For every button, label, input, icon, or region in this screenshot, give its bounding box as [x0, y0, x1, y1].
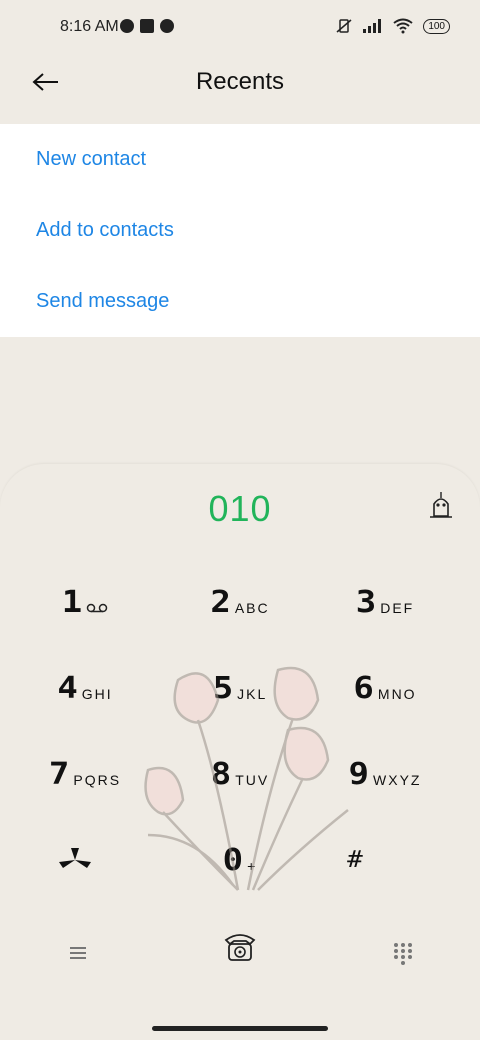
key-letters: ABC [234, 600, 270, 616]
battery-indicator: 100 [423, 18, 450, 34]
key-letters: PQRS [73, 772, 122, 788]
mute-vibrate-icon [336, 19, 352, 33]
key-digit: 7 [48, 756, 70, 792]
send-message-item[interactable]: Send message [0, 266, 480, 337]
dialer-bottom-bar [0, 912, 480, 992]
app-header: Recents [0, 56, 480, 122]
key-letters: GHI [81, 686, 113, 702]
key-3[interactable]: 3 DEF [310, 572, 460, 632]
status-right-icons: 100 [335, 18, 450, 34]
signal-icon [363, 19, 382, 33]
key-digit: 4 [57, 670, 78, 706]
dialed-number[interactable]: 010 [0, 488, 480, 530]
home-indicator[interactable] [152, 1026, 328, 1031]
key-letters: WXYZ [373, 772, 422, 788]
ghost-clean-icon[interactable] [426, 490, 456, 520]
key-digit: 2 [210, 584, 231, 620]
telephone-icon[interactable] [222, 928, 258, 964]
key-digit: 1 [61, 584, 83, 620]
fan-icon [59, 848, 91, 868]
key-letters: DEF [380, 600, 415, 616]
status-time: 8:16 AM [60, 18, 119, 35]
wifi-icon [393, 18, 413, 34]
add-to-contacts-item[interactable]: Add to contacts [0, 195, 480, 266]
hamburger-icon[interactable] [68, 944, 88, 962]
key-2[interactable]: 2 ABC [165, 572, 315, 632]
voicemail-icon [86, 603, 108, 613]
key-1[interactable]: 1 [10, 572, 160, 632]
notification-icon-2 [160, 19, 174, 33]
notification-icon [120, 19, 134, 33]
status-left-icons [120, 19, 174, 33]
dial-grid-icon[interactable] [393, 942, 413, 966]
contact-actions-menu: New contact Add to contacts Send message [0, 124, 480, 337]
key-digit: 3 [355, 584, 377, 620]
key-letters: MNO [377, 686, 417, 702]
notification-square-icon [140, 19, 154, 33]
page-title: Recents [195, 68, 285, 95]
new-contact-item[interactable]: New contact [0, 124, 480, 195]
tulip-decoration [144, 666, 349, 891]
status-bar: 8:16 AM 100 [0, 0, 480, 56]
key-special[interactable] [0, 830, 150, 890]
